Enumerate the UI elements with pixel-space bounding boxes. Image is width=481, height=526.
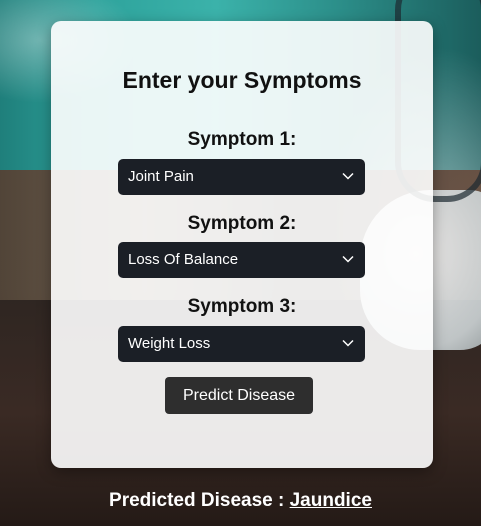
symptom-2-value: Loss Of Balance xyxy=(128,251,239,268)
symptom-1-label: Symptom 1: xyxy=(187,129,297,150)
symptom-2-label: Symptom 2: xyxy=(187,213,297,234)
chevron-down-icon xyxy=(342,172,354,180)
symptom-1-value: Joint Pain xyxy=(128,168,194,185)
prediction-result: Predicted Disease : Jaundice xyxy=(0,490,481,512)
chevron-down-icon xyxy=(342,339,354,347)
form-title: Enter your Symptoms xyxy=(122,67,362,93)
symptom-3-select[interactable]: Weight Loss xyxy=(118,326,365,362)
prediction-prefix: Predicted Disease : xyxy=(109,490,285,511)
chevron-down-icon xyxy=(342,255,354,263)
symptom-form-card: Enter your Symptoms Symptom 1: Joint Pai… xyxy=(51,21,433,468)
symptom-1-select[interactable]: Joint Pain xyxy=(118,159,365,195)
predict-disease-button[interactable]: Predict Disease xyxy=(165,377,313,414)
predicted-disease-link[interactable]: Jaundice xyxy=(290,490,372,511)
symptom-2-select[interactable]: Loss Of Balance xyxy=(118,242,365,278)
symptom-3-label: Symptom 3: xyxy=(187,296,297,317)
symptom-3-value: Weight Loss xyxy=(128,335,211,352)
